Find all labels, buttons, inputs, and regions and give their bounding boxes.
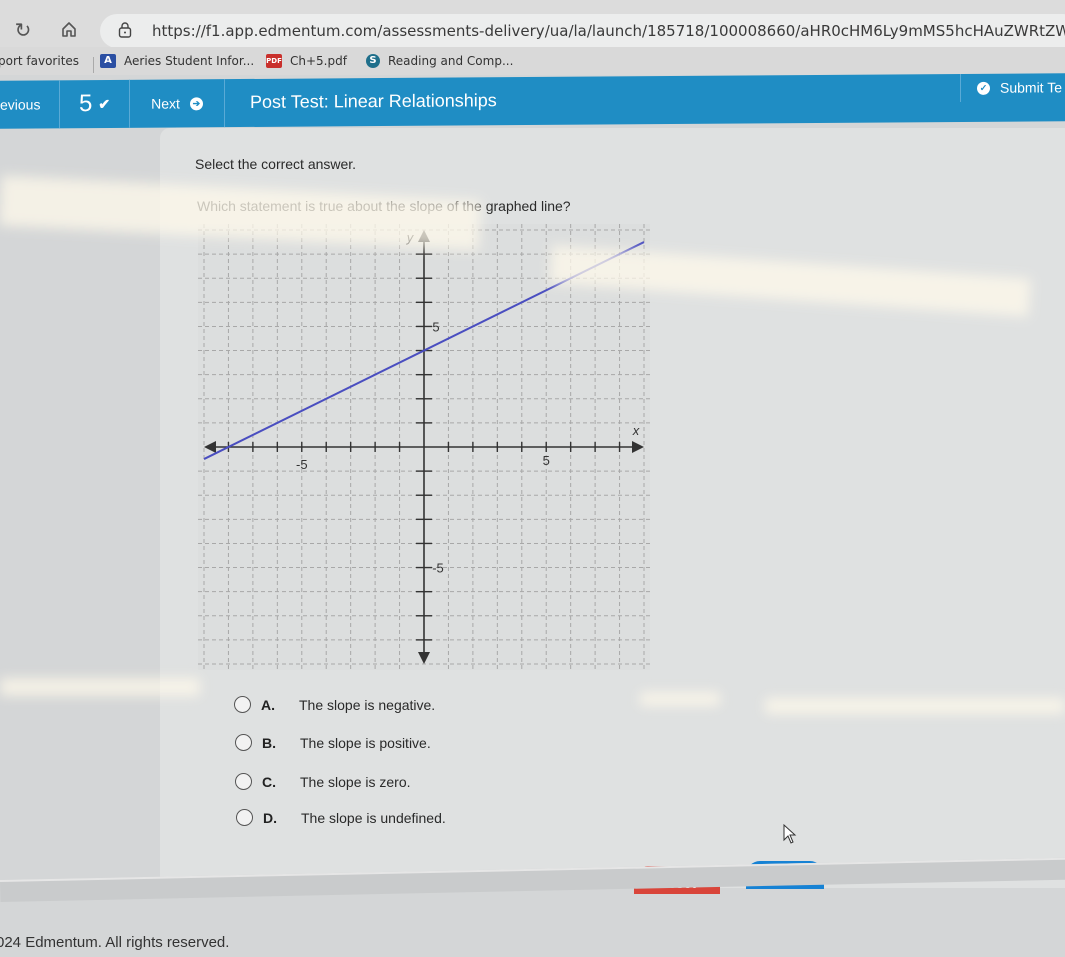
question-prompt: Which statement is true about the slope … <box>197 198 571 214</box>
radio-button[interactable] <box>235 773 252 790</box>
aeries-logo-icon: A <box>100 54 116 68</box>
address-bar[interactable]: https://f1.app.edmentum.com/assessments-… <box>100 14 1065 48</box>
instruction-text: Select the correct answer. <box>195 156 357 172</box>
choice-text: The slope is zero. <box>300 773 411 790</box>
y-tick-label: 5 <box>432 319 439 334</box>
toolbar-next-button[interactable]: Next ➔ <box>130 79 225 128</box>
choice-d[interactable]: D. The slope is undefined. <box>236 809 446 826</box>
copyright-footer: 024 Edmentum. All rights reserved. <box>0 934 230 951</box>
choice-letter: A. <box>261 696 275 713</box>
choice-text: The slope is negative. <box>299 696 436 713</box>
x-tick-label: 5 <box>543 453 550 468</box>
chevron-down-icon: ✔ <box>98 95 111 112</box>
question-number-dropdown[interactable]: 5 ✔ <box>60 79 130 129</box>
coordinate-graph: -5 55-5xy <box>198 224 650 670</box>
choice-letter: D. <box>263 809 277 826</box>
favorite-pdf[interactable]: PDF Ch+5.pdf <box>266 54 347 68</box>
radio-button[interactable] <box>236 809 253 826</box>
choice-text: The slope is undefined. <box>301 809 446 826</box>
choice-letter: C. <box>262 773 276 790</box>
favorite-label: Reading and Comp... <box>388 54 514 68</box>
question-number: 5 <box>78 90 93 118</box>
choice-b[interactable]: B. The slope is positive. <box>235 734 431 751</box>
lock-icon[interactable] <box>118 22 132 38</box>
radio-button[interactable] <box>234 696 251 713</box>
browser-toolbar: ↻ https://f1.app.edmentum.com/assessment… <box>0 0 1065 48</box>
favorite-aeries[interactable]: A Aeries Student Infor... <box>100 54 254 68</box>
url-text[interactable]: https://f1.app.edmentum.com/assessments-… <box>152 22 1065 40</box>
choice-a[interactable]: A. The slope is negative. <box>234 696 435 713</box>
test-title: Post Test: Linear Relationships <box>250 90 497 112</box>
favorites-bar: port favorites A Aeries Student Infor...… <box>0 47 1065 75</box>
favorites-separator <box>93 57 94 73</box>
x-tick-label: -5 <box>296 457 308 472</box>
choice-text: The slope is positive. <box>300 734 431 751</box>
favorite-label: port favorites <box>0 54 80 68</box>
next-label: Next <box>151 95 180 112</box>
submit-label: Submit Te <box>1000 79 1062 96</box>
submit-test-button[interactable]: ✓ Submit Te <box>960 73 1062 103</box>
mouse-cursor-icon <box>783 824 797 844</box>
refresh-icon[interactable]: ↻ <box>12 20 34 42</box>
home-icon[interactable] <box>58 20 80 42</box>
x-axis-label: x <box>632 423 640 438</box>
favorite-label: Aeries Student Infor... <box>124 54 255 68</box>
pdf-icon: PDF <box>266 54 282 68</box>
s-logo-icon: S <box>366 54 380 68</box>
choice-c[interactable]: C. The slope is zero. <box>235 773 411 790</box>
favorites-import-link[interactable]: port favorites <box>0 54 79 68</box>
favorite-label: Ch+5.pdf <box>290 54 347 68</box>
arrow-right-circle-icon: ➔ <box>189 96 203 110</box>
radio-button[interactable] <box>235 734 252 751</box>
assessment-toolbar: evious 5 ✔ Next ➔ Post Test: Linear Rela… <box>0 73 1065 129</box>
choice-letter: B. <box>262 734 276 751</box>
favorite-reading[interactable]: S Reading and Comp... <box>366 54 513 68</box>
previous-label: evious <box>0 96 41 113</box>
y-tick-label: -5 <box>432 561 444 576</box>
previous-button[interactable]: evious <box>0 80 60 129</box>
check-circle-icon: ✓ <box>977 81 990 95</box>
